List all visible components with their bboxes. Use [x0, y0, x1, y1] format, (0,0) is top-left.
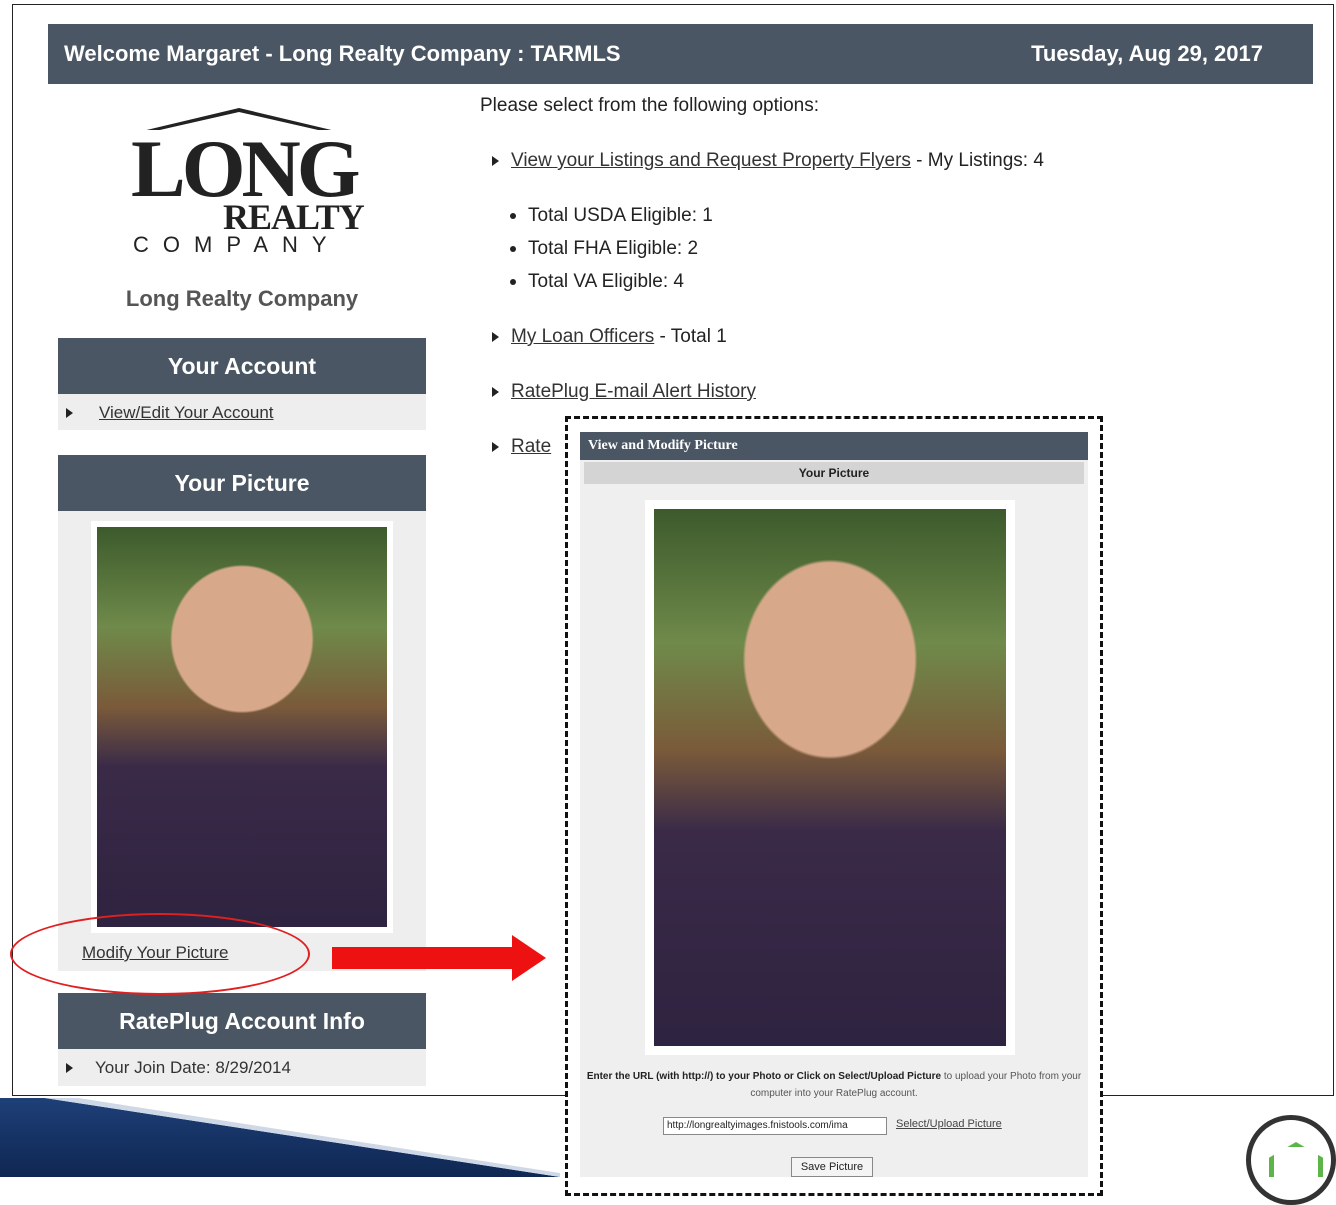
photo-url-input[interactable]: http://longrealtyimages.fnistools.com/im…	[663, 1117, 887, 1135]
listings-count: - My Listings: 4	[910, 150, 1044, 171]
company-name: Long Realty Company	[125, 286, 359, 311]
arrow-right-icon	[492, 156, 499, 166]
dialog-instructions: Enter the URL (with http://) to your Pho…	[586, 1071, 1082, 1099]
house-icon	[1246, 1115, 1336, 1205]
logo-company-text: COMPANY	[133, 232, 341, 257]
annotation-arrow-icon	[512, 935, 546, 981]
arrow-right-icon	[492, 442, 499, 452]
decorative-swoosh	[0, 1098, 560, 1177]
arrow-right-icon	[66, 408, 73, 418]
join-date-row: Your Join Date: 8/29/2014	[66, 1058, 291, 1078]
annotation-arrow-shaft	[332, 947, 514, 969]
arrow-right-icon	[492, 332, 499, 342]
alert-history-link[interactable]: RatePlug E-mail Alert History	[511, 381, 756, 402]
listings-link[interactable]: View your Listings and Request Property …	[511, 150, 911, 171]
arrow-right-icon	[492, 387, 499, 397]
save-picture-button[interactable]: Save Picture	[791, 1157, 873, 1177]
rateplug-section-title: RatePlug Account Info	[58, 993, 426, 1049]
arrow-right-icon	[66, 1063, 73, 1073]
option-rate-truncated: Rate	[492, 436, 551, 458]
option-loan-officers: My Loan Officers - Total 1	[492, 326, 727, 348]
bullet-icon	[510, 245, 516, 252]
dialog-subtitle: Your Picture	[584, 462, 1084, 484]
profile-photo-frame	[91, 521, 393, 933]
account-link-row: View/Edit Your Account	[66, 403, 274, 423]
option-alert-history: RatePlug E-mail Alert History	[492, 381, 756, 403]
select-upload-picture-link[interactable]: Select/Upload Picture	[896, 1118, 1002, 1130]
dialog-photo	[654, 509, 1006, 1046]
join-date: Your Join Date: 8/29/2014	[95, 1058, 291, 1077]
account-section-title: Your Account	[58, 338, 426, 394]
rate-link[interactable]: Rate	[511, 436, 551, 457]
picture-section-body: Modify Your Picture	[58, 511, 426, 971]
bullet-icon	[510, 278, 516, 285]
account-section-body: View/Edit Your Account	[58, 394, 426, 430]
dialog-photo-frame	[645, 500, 1015, 1055]
bullet-icon	[510, 212, 516, 219]
company-logo: LONG REALTY COMPANY	[125, 108, 365, 258]
loan-officers-link[interactable]: My Loan Officers	[511, 326, 654, 347]
view-edit-account-link[interactable]: View/Edit Your Account	[99, 403, 274, 422]
profile-photo	[97, 527, 387, 927]
loan-officers-count: - Total 1	[654, 326, 727, 347]
dialog-title: View and Modify Picture	[580, 432, 1088, 460]
eligibility-item: Total USDA Eligible: 1	[510, 205, 713, 227]
options-intro: Please select from the following options…	[480, 95, 820, 116]
header-date: Tuesday, Aug 29, 2017	[1031, 41, 1263, 66]
rateplug-section-body: Your Join Date: 8/29/2014	[58, 1049, 426, 1086]
eligibility-item: Total FHA Eligible: 2	[510, 238, 698, 260]
picture-section-title: Your Picture	[58, 455, 426, 511]
header-bar: Welcome Margaret - Long Realty Company :…	[48, 24, 1313, 84]
option-listings: View your Listings and Request Property …	[492, 150, 1044, 172]
highlight-ellipse	[10, 913, 310, 995]
welcome-text: Welcome Margaret - Long Realty Company :…	[64, 41, 621, 66]
eligibility-item: Total VA Eligible: 4	[510, 271, 684, 293]
